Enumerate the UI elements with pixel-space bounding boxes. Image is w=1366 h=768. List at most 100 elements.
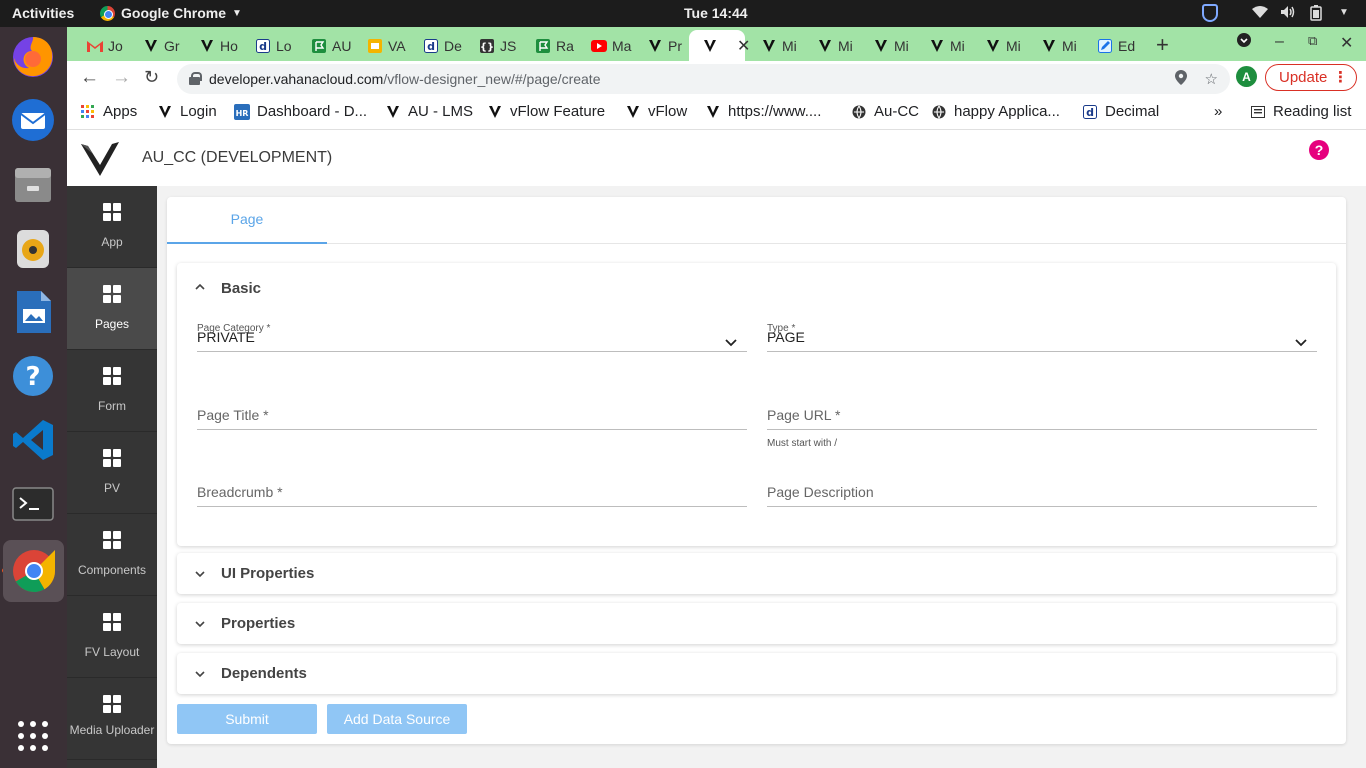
tab-page[interactable]: Page [167, 197, 327, 244]
sidebar-item-app[interactable]: App [67, 186, 157, 268]
svg-text:d: d [1086, 106, 1094, 119]
files-icon[interactable] [9, 160, 57, 208]
app-menu[interactable]: Google Chrome ▼ [100, 5, 242, 21]
ui-properties-panel[interactable]: UI Properties [177, 553, 1336, 594]
browser-tab[interactable]: Ra [521, 32, 574, 59]
type-select[interactable]: Type * PAGE [767, 318, 1317, 352]
system-top-bar: Activities Google Chrome ▼ Tue 14:44 ▼ [0, 0, 1366, 27]
bookmark-label: Login [180, 103, 217, 120]
browser-tab[interactable]: Ho [185, 32, 238, 59]
thunderbird-icon[interactable] [9, 96, 57, 144]
bookmark-item[interactable]: happy Applica... [931, 103, 1060, 120]
sidebar-item-pv[interactable]: PV [67, 432, 157, 514]
browser-tab[interactable]: Ma [577, 32, 631, 59]
browser-tab[interactable]: ✕ [689, 30, 750, 61]
page-category-select[interactable]: Page Category * PRIVATE [197, 318, 747, 352]
vflow-icon [487, 104, 503, 120]
clock[interactable]: Tue 14:44 [684, 5, 748, 21]
tab-bar: Page [167, 197, 1346, 244]
chevron-down-icon [195, 569, 205, 579]
reload-icon[interactable]: ↻ [144, 67, 159, 88]
browser-tab[interactable]: Mi [747, 32, 797, 59]
tab-label: Gr [164, 37, 180, 54]
browser-tab[interactable]: Ed [1083, 32, 1135, 59]
vscode-icon[interactable] [9, 416, 57, 464]
browser-tab[interactable]: Jo [73, 32, 123, 59]
activities-button[interactable]: Activities [12, 5, 74, 21]
underline [767, 429, 1317, 430]
bookmark-item[interactable]: HR Dashboard - D... [234, 103, 367, 120]
reading-list-button[interactable]: Reading list [1250, 103, 1351, 120]
basic-panel-header[interactable]: Basic [177, 263, 1336, 313]
show-applications-icon[interactable] [9, 712, 57, 760]
libreoffice-writer-icon[interactable] [9, 288, 57, 336]
shield-icon[interactable] [1202, 4, 1218, 22]
sidebar-item-fv-layout[interactable]: FV Layout [67, 596, 157, 678]
update-label: Update [1279, 69, 1328, 86]
type-value: PAGE [767, 329, 805, 345]
grid-icon [103, 613, 121, 631]
location-icon[interactable] [1174, 70, 1187, 89]
browser-tab[interactable]: AU [297, 32, 351, 59]
vflow-logo[interactable] [79, 138, 121, 180]
underline [767, 351, 1317, 352]
maximize-icon[interactable]: ⧉ [1308, 33, 1317, 49]
minimize-icon[interactable]: – [1275, 33, 1284, 51]
browser-tab[interactable]: d De [409, 32, 462, 59]
browser-tab[interactable]: {} JS [465, 32, 516, 59]
sidebar-item-components[interactable]: Components [67, 514, 157, 596]
bookmark-item[interactable]: Apps [80, 103, 137, 120]
close-window-icon[interactable]: ✕ [1340, 33, 1353, 53]
json-icon: {} [479, 38, 495, 54]
bookmark-item[interactable]: Au-CC [851, 103, 919, 120]
wifi-icon[interactable] [1252, 5, 1268, 21]
sidebar-item-media-uploader[interactable]: Media Uploader [67, 678, 157, 760]
volume-icon[interactable] [1280, 5, 1296, 21]
bookmark-label: Apps [103, 103, 138, 120]
page-category-value: PRIVATE [197, 329, 255, 345]
sidebar-item-pages[interactable]: Pages [67, 268, 157, 350]
more-bookmarks-button[interactable]: » [1214, 103, 1222, 120]
browser-tab[interactable]: Gr [129, 32, 180, 59]
vflow-icon [625, 104, 641, 120]
browser-tab[interactable]: Pr [633, 32, 682, 59]
chrome-icon[interactable] [3, 540, 64, 602]
terminal-icon[interactable] [9, 480, 57, 528]
rhythmbox-icon[interactable] [9, 224, 57, 272]
browser-tab[interactable]: d Lo [241, 32, 292, 59]
bookmark-star-icon[interactable]: ☆ [1205, 70, 1218, 89]
help-icon[interactable]: ? [1309, 140, 1329, 160]
update-button[interactable]: Update ⋮ [1265, 64, 1357, 91]
add-data-source-button[interactable]: Add Data Source [327, 704, 467, 734]
tab-search-icon[interactable] [1237, 33, 1251, 52]
bookmark-item[interactable]: vFlow [625, 103, 687, 120]
properties-panel[interactable]: Properties [177, 603, 1336, 644]
browser-tab[interactable]: VA [353, 32, 406, 59]
bookmark-item[interactable]: Login [157, 103, 217, 120]
tab-label: AU [332, 37, 352, 54]
browser-tab[interactable]: Mi [859, 32, 909, 59]
battery-icon[interactable] [1308, 5, 1324, 21]
bookmark-item[interactable]: d Decimal [1082, 103, 1159, 120]
browser-tab[interactable]: Mi [803, 32, 853, 59]
browser-tab[interactable]: Mi [1027, 32, 1077, 59]
help-icon[interactable]: ? [9, 352, 57, 400]
sidebar-item-form[interactable]: Form [67, 350, 157, 432]
address-bar[interactable]: developer.vahanacloud.com/vflow-designer… [177, 64, 1230, 94]
browser-tab[interactable]: Mi [915, 32, 965, 59]
system-menu-icon[interactable]: ▼ [1336, 5, 1352, 21]
back-icon[interactable]: ← [80, 67, 99, 89]
sidebar-item-label: Components [77, 563, 147, 577]
profile-avatar[interactable]: A [1236, 66, 1257, 87]
tab-label: Pr [668, 37, 682, 54]
lock-icon[interactable] [189, 72, 202, 85]
bookmark-item[interactable]: https://www.... [705, 103, 821, 120]
bookmark-item[interactable]: AU - LMS [385, 103, 473, 120]
firefox-icon[interactable] [9, 32, 57, 80]
new-tab-button[interactable]: + [1156, 32, 1169, 58]
dependents-panel[interactable]: Dependents [177, 653, 1336, 694]
bookmark-item[interactable]: vFlow Feature [487, 103, 605, 120]
forward-icon[interactable]: → [112, 67, 131, 89]
browser-tab[interactable]: Mi [971, 32, 1021, 59]
submit-button[interactable]: Submit [177, 704, 317, 734]
